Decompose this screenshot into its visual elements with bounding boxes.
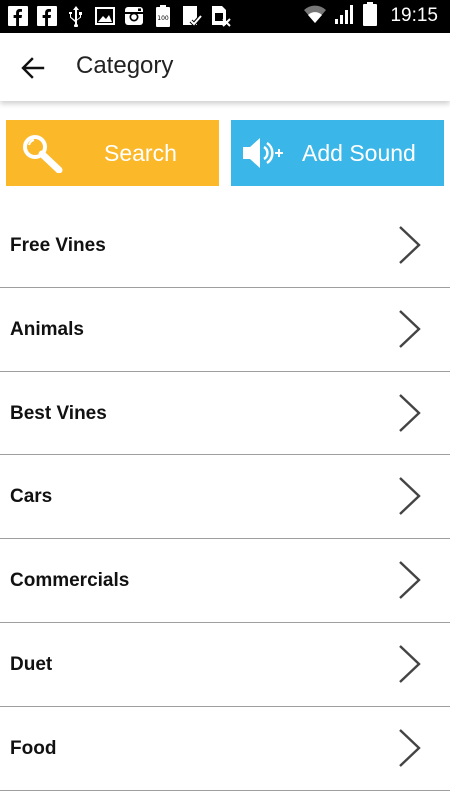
add-sound-button-label: Add Sound: [302, 140, 416, 166]
usb-icon: [66, 6, 86, 27]
page-title: Category: [76, 52, 174, 79]
app-bar: Category: [0, 33, 450, 101]
chevron-right-icon: [399, 728, 421, 767]
category-label: Best Vines: [10, 402, 107, 424]
battery-100-icon: 100: [153, 5, 173, 27]
instagram-icon: [124, 6, 144, 26]
status-bar: 100 19:15: [0, 0, 450, 33]
list-item[interactable]: Free Vines: [0, 204, 450, 288]
back-button[interactable]: [18, 53, 48, 83]
list-item[interactable]: Duet: [0, 623, 450, 707]
search-button[interactable]: Search: [6, 120, 219, 186]
notification-icons: 100: [8, 5, 231, 27]
list-item[interactable]: Animals: [0, 288, 450, 372]
svg-text:100: 100: [157, 15, 169, 22]
search-button-label: Search: [104, 140, 177, 166]
category-list: Free Vines Animals Best Vines Cars Comme…: [0, 204, 450, 791]
system-icons: 19:15: [303, 1, 438, 31]
battery-icon: [363, 1, 378, 31]
chevron-right-icon: [399, 561, 421, 600]
list-item[interactable]: Food: [0, 707, 450, 791]
category-label: Free Vines: [10, 235, 106, 256]
list-item[interactable]: Cars: [0, 455, 450, 540]
chevron-right-icon: [399, 226, 421, 264]
add-sound-button[interactable]: Add Sound: [231, 120, 444, 186]
category-label: Commercials: [10, 570, 130, 592]
clipboard-check-icon: [182, 6, 202, 27]
action-buttons: Search Add Sound: [0, 120, 450, 186]
arrow-left-icon: [21, 57, 45, 79]
wifi-icon: [303, 3, 327, 30]
category-label: Food: [10, 737, 57, 759]
category-label: Duet: [10, 653, 53, 675]
sim-card-x-icon: [211, 6, 231, 27]
clock: 19:15: [390, 5, 438, 26]
chevron-right-icon: [399, 645, 421, 683]
chevron-right-icon: [399, 309, 421, 348]
search-icon: [20, 132, 64, 174]
facebook-icon: [8, 6, 28, 26]
speaker-add-icon: [241, 132, 285, 174]
list-item[interactable]: Commercials: [0, 539, 450, 623]
list-item[interactable]: Best Vines: [0, 372, 450, 456]
image-icon: [95, 6, 115, 26]
chevron-right-icon: [399, 477, 421, 516]
category-label: Animals: [10, 318, 84, 340]
chevron-right-icon: [399, 393, 421, 432]
cell-signal-icon: [334, 3, 356, 30]
category-label: Cars: [10, 486, 53, 508]
facebook-icon: [37, 6, 57, 26]
